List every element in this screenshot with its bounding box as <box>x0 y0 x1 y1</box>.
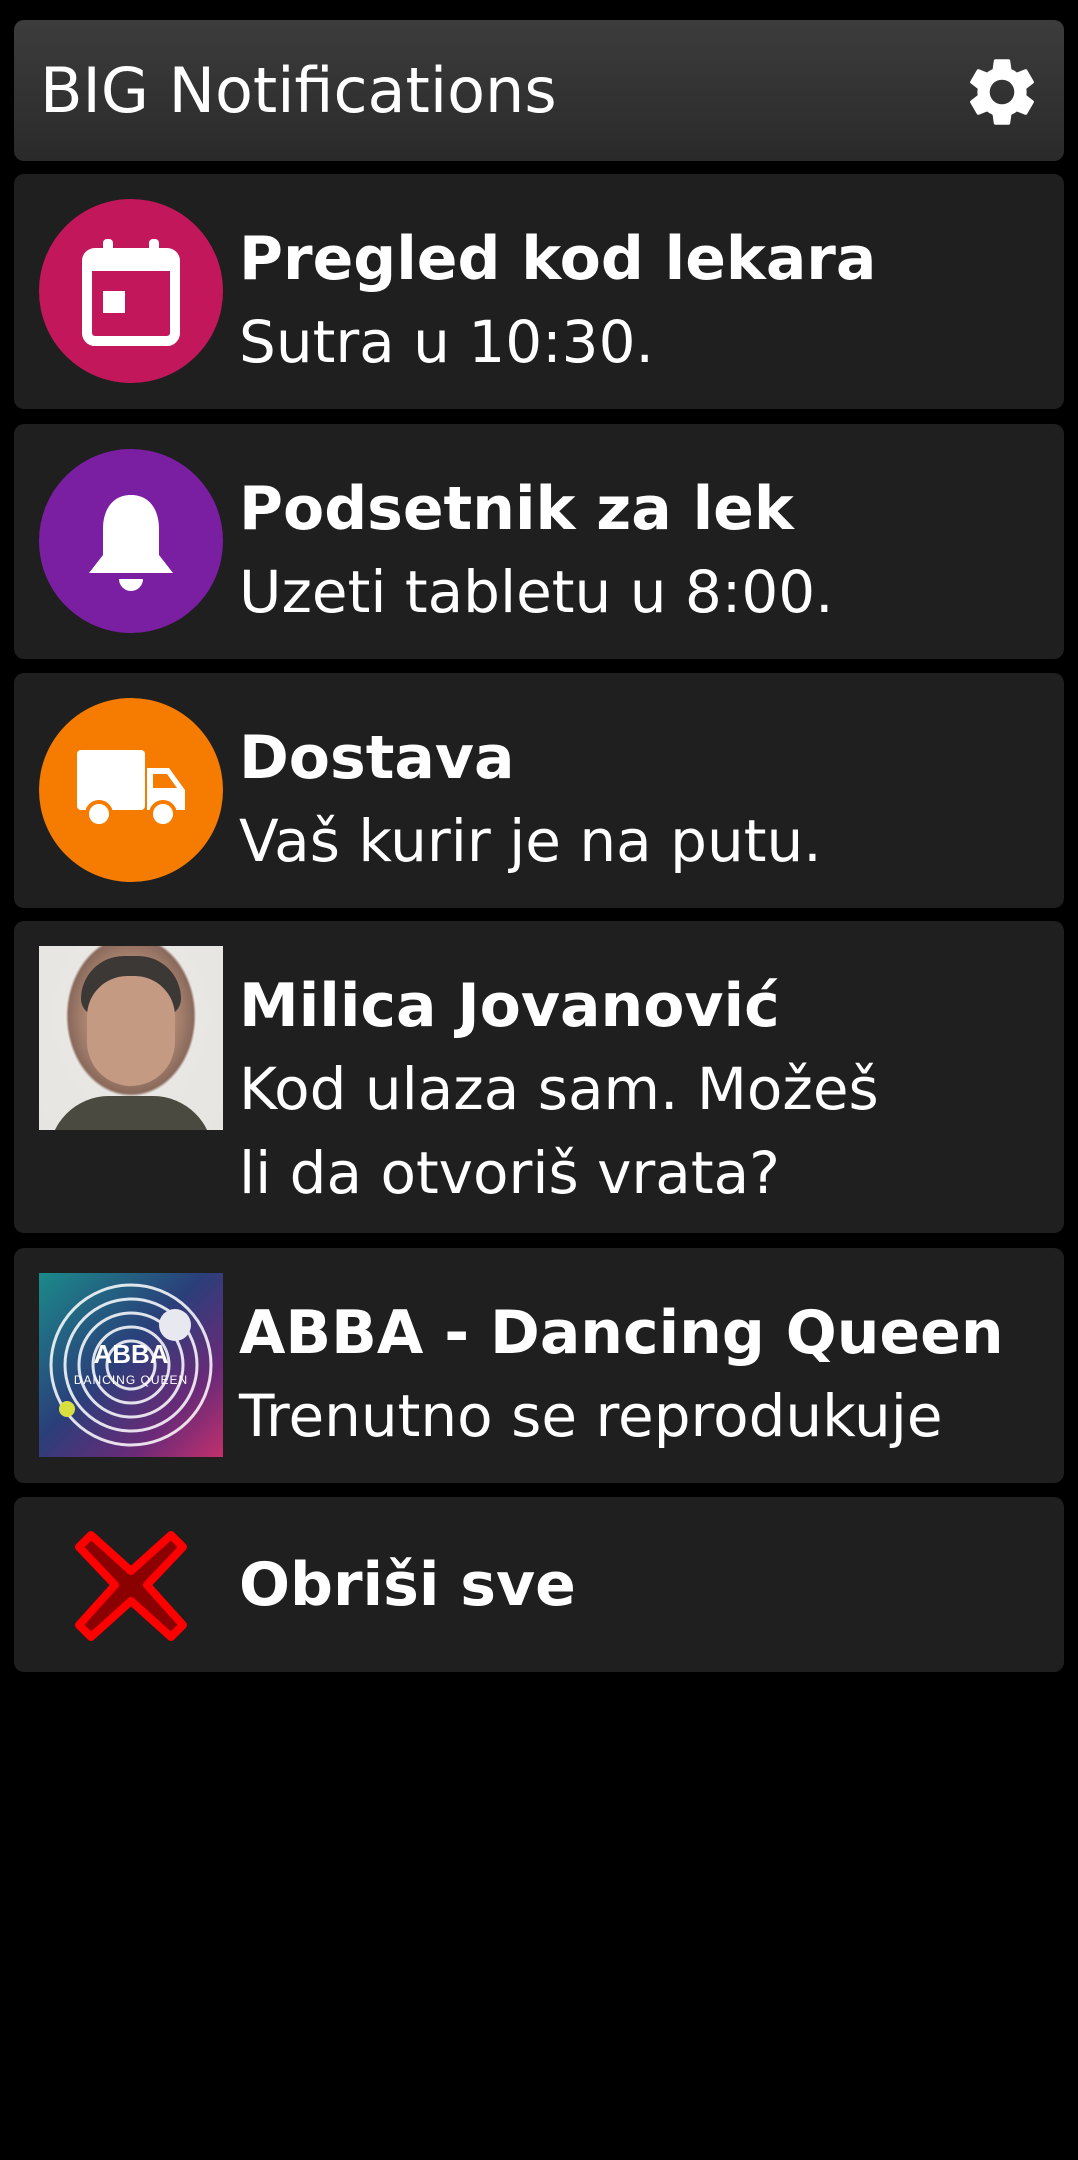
app-title: BIG Notifications <box>40 54 557 127</box>
notification-card[interactable]: ABBA DANCING QUEEN ABBA - Dancing Queen … <box>14 1248 1064 1483</box>
settings-button[interactable] <box>960 50 1044 134</box>
notification-body: Uzeti tabletu u 8:00. <box>239 558 834 626</box>
notification-title: Podsetnik za lek <box>239 474 794 544</box>
album-sublabel: DANCING QUEEN <box>73 1373 189 1387</box>
gear-icon <box>970 59 1034 125</box>
notification-title: Dostava <box>239 723 515 793</box>
notification-title: Milica Jovanović <box>239 971 780 1041</box>
notification-body: Sutra u 10:30. <box>239 308 654 376</box>
avatar <box>39 946 223 1130</box>
calendar-icon <box>39 199 223 383</box>
notification-card[interactable]: Podsetnik za lek Uzeti tabletu u 8:00. <box>14 424 1064 659</box>
album-art: ABBA DANCING QUEEN <box>39 1273 223 1457</box>
contact-photo <box>39 946 223 1130</box>
album-label: ABBA <box>93 1339 169 1369</box>
notification-card[interactable]: Milica Jovanović Kod ulaza sam. Možeš li… <box>14 921 1064 1233</box>
notification-icon <box>39 449 223 633</box>
app-screen: BIG Notifications Pregled kod lekara Sut… <box>0 0 1078 2160</box>
app-header: BIG Notifications <box>14 20 1064 161</box>
notification-card[interactable]: Dostava Vaš kurir je na putu. <box>14 673 1064 908</box>
album-cover: ABBA DANCING QUEEN <box>39 1273 223 1457</box>
notification-body: Kod ulaza sam. Možeš li da otvoriš vrata… <box>239 1055 879 1207</box>
notification-card[interactable]: Pregled kod lekara Sutra u 10:30. <box>14 174 1064 409</box>
notification-title: Pregled kod lekara <box>239 224 877 294</box>
notification-body: Vaš kurir je na putu. <box>239 807 822 875</box>
notification-title: ABBA - Dancing Queen <box>239 1298 1004 1368</box>
notification-icon <box>39 698 223 882</box>
close-icon <box>39 1497 223 1672</box>
clear-all-label: Obriši sve <box>239 1549 576 1620</box>
notification-icon <box>39 199 223 383</box>
truck-icon <box>39 698 223 882</box>
clear-all-button[interactable]: Obriši sve <box>14 1497 1064 1672</box>
bell-icon <box>39 449 223 633</box>
notification-body: Trenutno se reprodukuje <box>239 1382 943 1450</box>
